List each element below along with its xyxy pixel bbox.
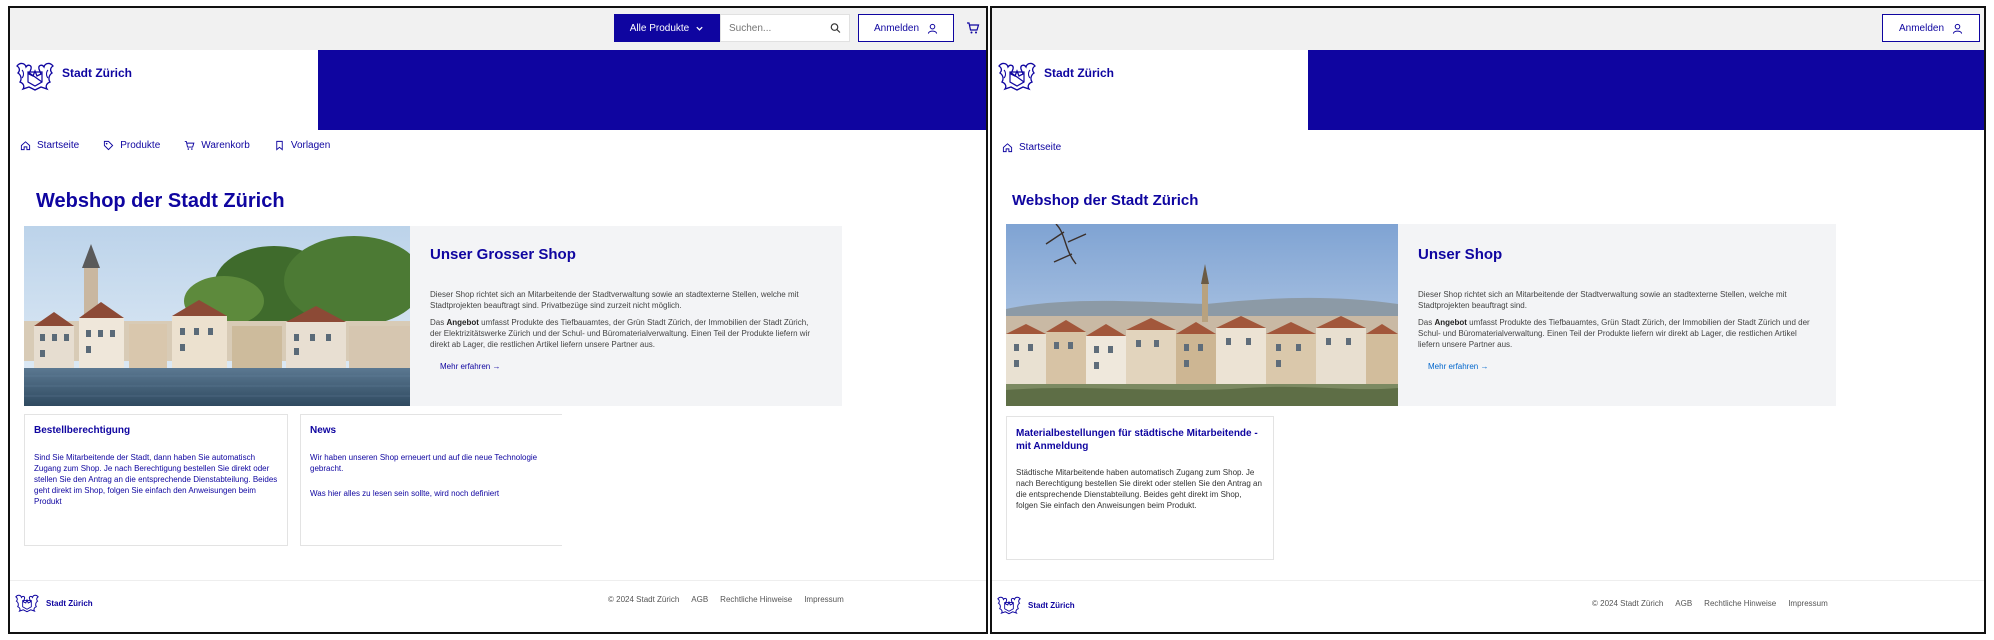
zurich-riverside-image <box>24 226 410 406</box>
brand-name: Stadt Zürich <box>1044 66 1115 80</box>
all-products-button[interactable]: Alle Produkte <box>614 14 720 42</box>
footer: Stadt Zürich © 2024 Stadt Zürich AGB Rec… <box>992 580 1984 632</box>
hero-image <box>1006 224 1398 406</box>
user-icon <box>927 23 938 34</box>
top-bar: Alle Produkte Anmelden <box>10 8 986 50</box>
brand-name: Stadt Zürich <box>62 66 133 80</box>
user-icon <box>1952 23 1963 34</box>
page-title: Webshop der Stadt Zürich <box>36 190 285 212</box>
login-label: Anmelden <box>873 22 920 34</box>
zurich-lions-logo-icon <box>997 596 1021 615</box>
tag-icon <box>104 140 114 151</box>
news-card: News Wir haben unseren Shop erneuert und… <box>300 414 562 546</box>
login-button[interactable]: Anmelden <box>858 14 954 42</box>
main-nav: Startseite <box>1002 142 1061 153</box>
nav-item-home[interactable]: Startseite <box>1002 142 1061 153</box>
right-browser-window: Anmelden Stadt Zürich Startseite Webshop… <box>990 6 1986 634</box>
footer-copyright: © 2024 Stadt Zürich <box>608 595 680 604</box>
more-link[interactable]: Mehr erfahren → <box>440 362 500 371</box>
hero-image <box>24 226 410 406</box>
hero-text: Unser Shop Dieser Shop richtet sich an M… <box>1398 224 1836 406</box>
all-products-label: Alle Produkte <box>629 22 690 34</box>
news-text-2: Was hier alles zu lesen sein sollte, wir… <box>310 489 500 498</box>
login-button[interactable]: Anmelden <box>1882 14 1980 42</box>
top-bar: Anmelden <box>992 8 1984 50</box>
login-label: Anmelden <box>1898 22 1945 34</box>
search-icon[interactable] <box>830 22 841 34</box>
zurich-lions-logo-icon <box>15 594 39 613</box>
cart-icon <box>185 141 195 150</box>
footer-brand-name: Stadt Zürich <box>46 598 93 608</box>
card-title: Materialbestellungen für städtische Mita… <box>1016 428 1258 452</box>
nav-cart-label: Warenkorb <box>201 140 250 151</box>
main-nav: Startseite Produkte Warenkorb Vorlagen <box>20 140 330 151</box>
order-permission-card: Bestellberechtigung Sind Sie Mitarbeiten… <box>24 414 288 546</box>
brand-logo[interactable]: Stadt Zürich <box>996 60 1114 92</box>
footer-copyright: © 2024 Stadt Zürich <box>1592 599 1664 608</box>
nav-item-products[interactable]: Produkte <box>103 140 160 151</box>
more-link[interactable]: Mehr erfahren → <box>1428 362 1488 371</box>
search-input[interactable] <box>729 22 831 34</box>
nav-home-label: Startseite <box>1019 142 1062 153</box>
hero-paragraph-1: Dieser Shop richtet sich an Mitarbeitend… <box>430 290 799 310</box>
card-title: News <box>310 425 337 436</box>
nav-item-templates[interactable]: Vorlagen <box>274 140 330 151</box>
cart-icon[interactable] <box>966 21 980 35</box>
page-title: Webshop der Stadt Zürich <box>1012 192 1199 209</box>
footer-logo[interactable]: Stadt Zürich <box>996 595 1075 615</box>
hero-text: Unser Grosser Shop Dieser Shop richtet s… <box>410 226 842 406</box>
footer-link-legal[interactable]: Rechtliche Hinweise <box>1704 599 1776 608</box>
footer-link-agb[interactable]: AGB <box>691 595 708 604</box>
nav-item-cart[interactable]: Warenkorb <box>184 140 250 151</box>
hero-section: Unser Shop Dieser Shop richtet sich an M… <box>1006 224 1836 406</box>
card-text: Sind Sie Mitarbeitende der Stadt, dann h… <box>34 453 278 506</box>
hero-title: Unser Grosser Shop <box>430 246 576 263</box>
hero-paragraph-2: Das Angebot umfasst Produkte des Tiefbau… <box>1418 318 1810 349</box>
search-box[interactable] <box>720 14 850 42</box>
left-browser-window: Alle Produkte Anmelden Stadt Zürich Star… <box>8 6 988 634</box>
footer-logo[interactable]: Stadt Zürich <box>14 593 93 613</box>
hero-paragraph-1: Dieser Shop richtet sich an Mitarbeitend… <box>1418 290 1787 310</box>
footer-brand-name: Stadt Zürich <box>1028 600 1075 610</box>
nav-products-label: Produkte <box>120 140 161 151</box>
hero-section: Unser Grosser Shop Dieser Shop richtet s… <box>24 226 842 406</box>
blue-banner <box>318 50 986 130</box>
brand-logo[interactable]: Stadt Zürich <box>14 60 132 92</box>
home-icon <box>1002 143 1013 153</box>
footer-link-legal[interactable]: Rechtliche Hinweise <box>720 595 792 604</box>
blue-banner <box>1308 50 1984 130</box>
footer-link-imprint[interactable]: Impressum <box>1788 599 1828 608</box>
zurich-lions-logo-icon <box>998 62 1036 91</box>
chevron-down-icon <box>696 26 703 31</box>
zurich-skyline-image <box>1006 224 1398 406</box>
home-icon <box>20 141 31 151</box>
footer-link-imprint[interactable]: Impressum <box>804 595 844 604</box>
card-text: Städtische Mitarbeitende haben automatis… <box>1016 468 1262 510</box>
footer-link-agb[interactable]: AGB <box>1675 599 1692 608</box>
nav-templates-label: Vorlagen <box>290 140 331 151</box>
news-text-1: Wir haben unseren Shop erneuert und auf … <box>310 453 538 473</box>
card-title: Bestellberechtigung <box>34 425 131 436</box>
footer-links: © 2024 Stadt Zürich AGB Rechtliche Hinwe… <box>1592 599 1828 608</box>
hero-title: Unser Shop <box>1418 246 1503 263</box>
nav-home-label: Startseite <box>37 140 80 151</box>
material-orders-card: Materialbestellungen für städtische Mita… <box>1006 416 1274 560</box>
bookmark-icon <box>276 140 283 151</box>
footer-links: © 2024 Stadt Zürich AGB Rechtliche Hinwe… <box>608 595 844 604</box>
zurich-lions-logo-icon <box>16 62 54 91</box>
footer: Stadt Zürich © 2024 Stadt Zürich AGB Rec… <box>10 580 986 632</box>
nav-item-home[interactable]: Startseite <box>20 140 79 151</box>
hero-paragraph-2: Das Angebot umfasst Produkte des Tiefbau… <box>430 318 811 349</box>
